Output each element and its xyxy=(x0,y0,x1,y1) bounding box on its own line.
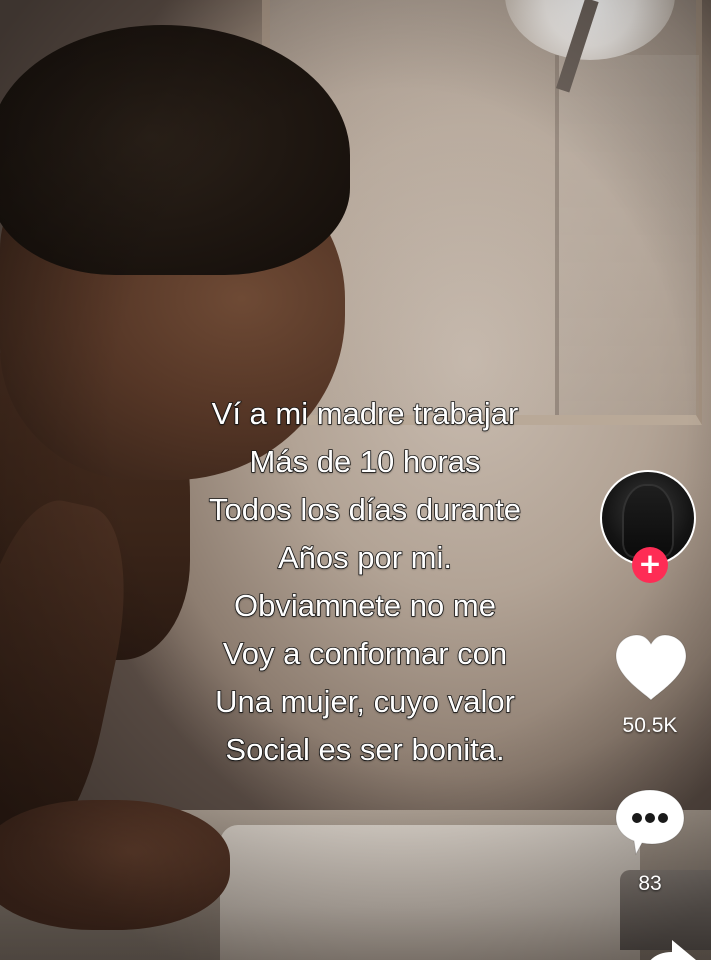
like-button[interactable] xyxy=(612,632,690,704)
caption-line: Más de 10 horas xyxy=(249,443,482,480)
caption-line: Años por mi. xyxy=(277,539,453,576)
caption-line: Una mujer, cuyo valor xyxy=(214,683,515,720)
comment-button[interactable] xyxy=(612,786,688,858)
comment-count: 83 xyxy=(638,872,662,895)
video-frame[interactable]: Ví a mi madre trabajar Más de 10 horas T… xyxy=(0,0,711,960)
background-mirror-edge xyxy=(555,55,699,415)
like-count: 50.5K xyxy=(622,714,678,737)
caption-line: Obviamnete no me xyxy=(233,587,497,624)
follow-button[interactable]: + xyxy=(632,547,668,583)
person-hand xyxy=(0,800,230,930)
share-button[interactable] xyxy=(640,938,700,960)
heart-icon xyxy=(615,634,687,701)
caption-line: Social es ser bonita. xyxy=(225,731,506,768)
share-arrow-icon xyxy=(650,940,696,960)
video-caption: Ví a mi madre trabajar Más de 10 horas T… xyxy=(150,390,580,774)
background-sink xyxy=(220,825,640,960)
caption-line: Ví a mi madre trabajar xyxy=(211,395,519,432)
caption-line: Todos los días durante xyxy=(208,491,522,528)
avatar-hooded-figure xyxy=(624,486,672,556)
comment-bubble-icon xyxy=(615,789,685,856)
caption-line: Voy a conformar con xyxy=(222,635,508,672)
